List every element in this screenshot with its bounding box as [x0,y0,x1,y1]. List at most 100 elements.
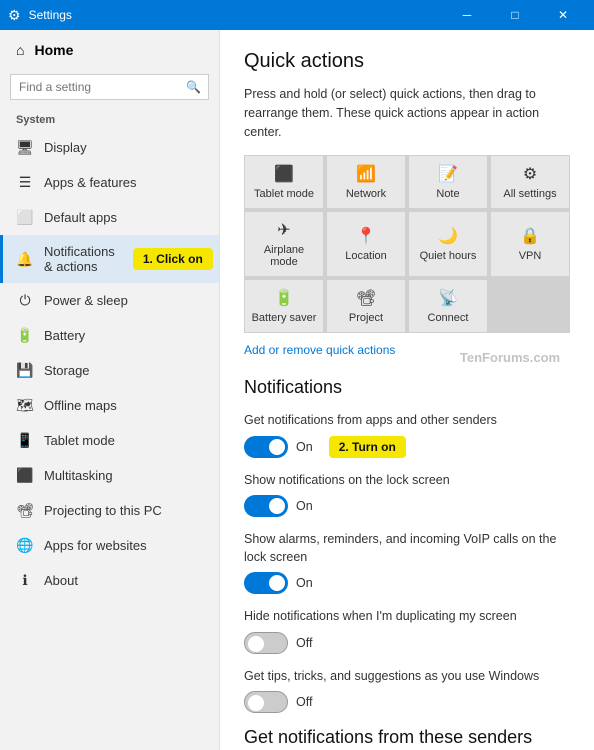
toggle-knob-alarms-notif [269,575,285,591]
sidebar-item-tablet[interactable]: 📱Tablet mode [0,423,219,458]
sidebar-label-apps: Apps & features [44,175,137,190]
qa-label-connect: Connect [428,312,469,324]
sidebar-home-button[interactable]: ⌂ Home [0,30,219,70]
quick-actions-grid: ⬛Tablet mode 📶 Network 📝 Note ⚙All settings ✈ A… [244,155,570,333]
qa-cell-location[interactable]: 📍Location [327,212,405,276]
notif-item-apps-notif: Get notifications from apps and other se… [244,412,570,458]
toggle-row-apps-notif: On 2. Turn on [244,436,570,458]
toggle-row-tips-notif: Off [244,691,570,713]
qa-label-vpn: VPN [519,250,542,262]
quick-actions-description: Press and hold (or select) quick actions… [244,85,570,141]
callout-click-on: 1. Click on [133,248,213,270]
sidebar-items-container: 🖥Display ☰ Apps & features ⬜ Default apps 🔔 No… [0,130,219,598]
search-input[interactable] [10,74,209,100]
toggle-row-lock-screen-notif: On [244,495,570,517]
about-icon: ℹ [16,572,34,589]
toggle-knob-lock-screen-notif [269,498,285,514]
toggle-knob-apps-notif [269,439,285,455]
battery-icon: 🔋 [16,327,34,344]
defaults-icon: ⬜ [16,209,34,226]
sidebar-item-projecting[interactable]: 📽Projecting to this PC [0,493,219,528]
qa-cell-quiet-hours[interactable]: 🌙Quiet hours [409,212,487,276]
toggle-tips-notif[interactable] [244,691,288,713]
toggle-lock-screen-notif[interactable] [244,495,288,517]
sidebar-item-notifications[interactable]: 🔔 Notifications & actions 1. Click on [0,235,219,283]
sidebar-label-multitasking: Multitasking [44,468,113,483]
qa-label-project: Project [349,312,383,324]
sidebar-item-appsites[interactable]: 🌐 Apps for websites [0,528,219,563]
notifications-list: Get notifications from apps and other se… [244,412,570,713]
notif-item-alarms-notif: Show alarms, reminders, and incoming VoI… [244,531,570,594]
qa-cell-connect[interactable]: 📡Connect [409,280,487,332]
sidebar-section-label: System [0,108,219,130]
sidebar-item-display[interactable]: 🖥Display [0,130,219,165]
sidebar-item-multitasking[interactable]: ⬛ Multitasking [0,458,219,493]
sidebar-item-about[interactable]: ℹAbout [0,563,219,598]
close-button[interactable]: ✕ [540,0,586,30]
apps-icon: ☰ [16,174,34,191]
toggle-apps-notif[interactable] [244,436,288,458]
title-bar-controls: ─ □ ✕ [444,0,586,30]
qa-cell-note[interactable]: 📝 Note [409,156,487,208]
sidebar-item-battery[interactable]: 🔋 Battery [0,318,219,353]
sidebar-label-appsites: Apps for websites [44,538,147,553]
senders-title: Get notifications from these senders [244,727,570,748]
qa-label-network: Network [346,188,386,200]
sidebar-item-offline[interactable]: 🗺Offline maps [0,388,219,423]
sidebar-label-power: Power & sleep [44,293,128,308]
quick-actions-title: Quick actions [244,50,570,73]
vpn-icon: 🔒 [520,226,540,246]
minimize-button[interactable]: ─ [444,0,490,30]
app-container: ⌂ Home 🔍 System 🖥Display☰Apps & features… [0,30,594,750]
notifications-icon: 🔔 [16,251,34,268]
toggle-duplicate-notif[interactable] [244,632,288,654]
qa-cell-project[interactable]: 📽Project [327,280,405,332]
sidebar-item-storage[interactable]: 💾 Storage [0,353,219,388]
notif-label-tips-notif: Get tips, tricks, and suggestions as you… [244,668,570,686]
notif-item-duplicate-notif: Hide notifications when I'm duplicating … [244,608,570,654]
toggle-state-duplicate-notif: Off [296,636,312,650]
qa-label-battery-saver: Battery saver [252,312,317,324]
add-remove-link[interactable]: Add or remove quick actions [244,343,570,357]
network-icon: 📶 [356,164,376,184]
maximize-button[interactable]: □ [492,0,538,30]
qa-cell-airplane-mode[interactable]: ✈ Airplane mode [245,212,323,276]
qa-cell-network[interactable]: 📶 Network [327,156,405,208]
toggle-state-apps-notif: On [296,440,313,454]
display-icon: 🖥 [16,139,34,156]
qa-cell-tablet-mode[interactable]: ⬛Tablet mode [245,156,323,208]
all-settings-icon: ⚙ [523,164,537,184]
sidebar-home-label: Home [34,42,73,58]
sidebar-label-storage: Storage [44,363,90,378]
sidebar-item-defaults[interactable]: ⬜ Default apps [0,200,219,235]
multitasking-icon: ⬛ [16,467,34,484]
sidebar-label-notifications: Notifications & actions [44,244,115,274]
appsites-icon: 🌐 [16,537,34,554]
qa-cell-vpn[interactable]: 🔒 VPN [491,212,569,276]
offline-icon: 🗺 [16,397,34,414]
qa-label-note: Note [436,188,459,200]
sidebar-item-apps[interactable]: ☰ Apps & features [0,165,219,200]
battery-saver-icon: 🔋 [274,288,294,308]
notif-label-lock-screen-notif: Show notifications on the lock screen [244,472,570,490]
qa-cell-battery-saver[interactable]: 🔋 Battery saver [245,280,323,332]
toggle-state-alarms-notif: On [296,576,313,590]
notif-item-lock-screen-notif: Show notifications on the lock screen On [244,472,570,518]
toggle-row-alarms-notif: On [244,572,570,594]
projecting-icon: 📽 [16,502,34,519]
qa-label-airplane-mode: Airplane mode [249,244,319,268]
tablet-icon: 📱 [16,432,34,449]
callout-turn-on: 2. Turn on [329,436,406,458]
toggle-alarms-notif[interactable] [244,572,288,594]
qa-label-quiet-hours: Quiet hours [420,250,477,262]
airplane-mode-icon: ✈ [277,220,290,240]
note-icon: 📝 [438,164,458,184]
notifications-title: Notifications [244,377,570,398]
qa-cell-all-settings[interactable]: ⚙All settings [491,156,569,208]
notif-item-tips-notif: Get tips, tricks, and suggestions as you… [244,668,570,714]
sidebar-label-defaults: Default apps [44,210,117,225]
sidebar-label-battery: Battery [44,328,85,343]
storage-icon: 💾 [16,362,34,379]
sidebar-item-power[interactable]: ⏻Power & sleep [0,283,219,318]
sidebar: ⌂ Home 🔍 System 🖥Display☰Apps & features… [0,30,220,750]
